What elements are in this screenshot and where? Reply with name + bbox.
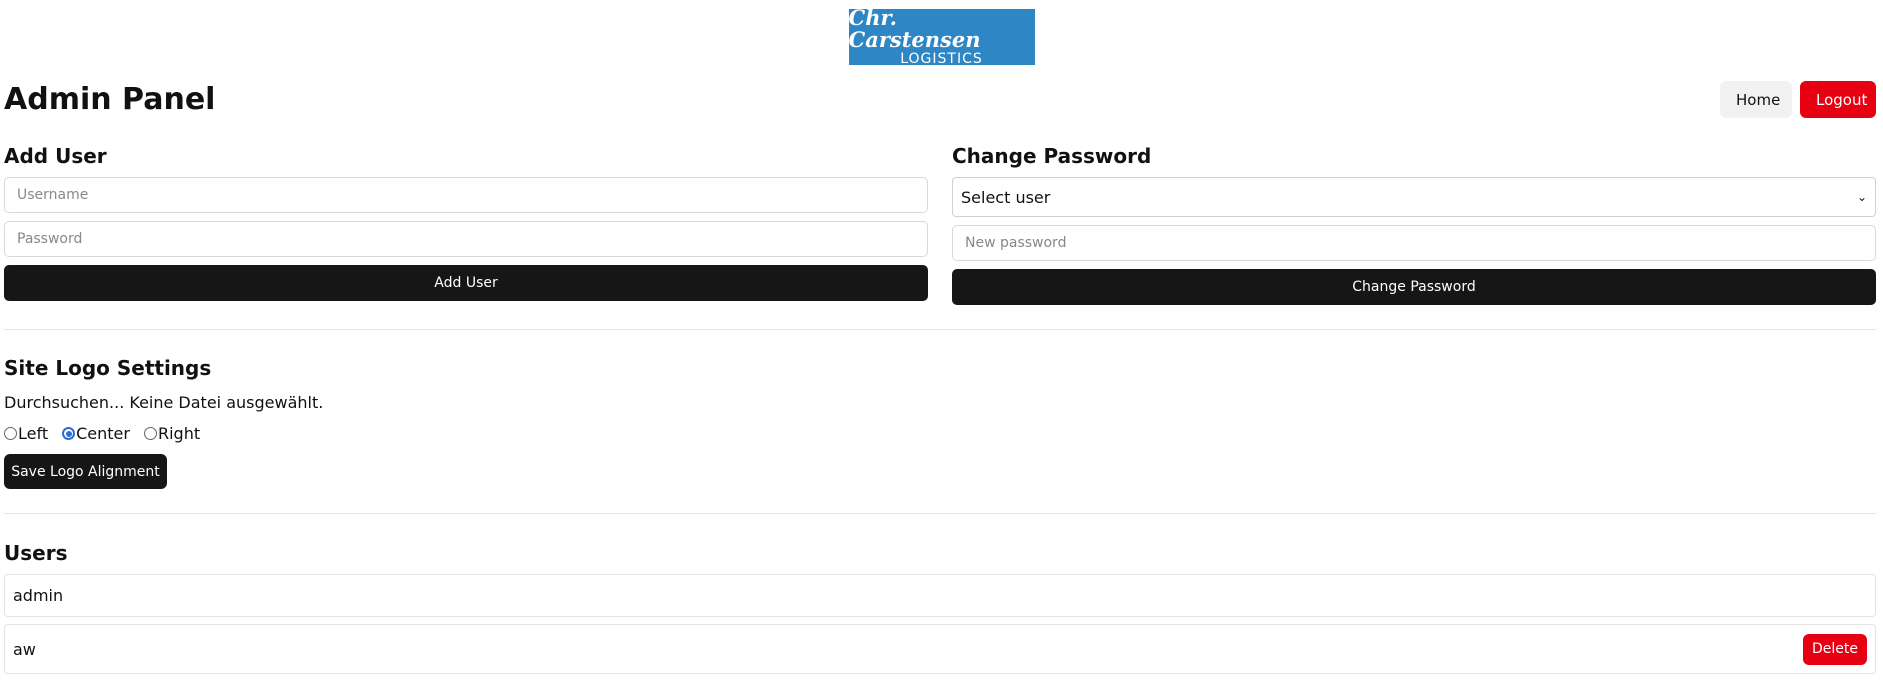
add-user-heading: Add User — [4, 144, 107, 168]
username-input[interactable] — [4, 177, 928, 213]
users-heading: Users — [4, 541, 68, 565]
home-button[interactable]: Home — [1720, 81, 1792, 118]
logo-line-2: LOGISTICS — [900, 51, 983, 67]
alignment-radio-group: Left Center Right — [4, 424, 214, 443]
radio-left[interactable]: Left — [4, 424, 48, 443]
top-nav: Home Logout — [1720, 81, 1876, 118]
add-user-button[interactable]: Add User — [4, 265, 928, 301]
delete-user-button[interactable]: Delete — [1803, 633, 1867, 665]
logo-line-1: Chr. Carstensen — [848, 5, 981, 52]
logout-button[interactable]: Logout — [1800, 81, 1876, 118]
user-name: aw — [13, 639, 36, 659]
radio-center[interactable]: Center — [62, 424, 130, 443]
user-select[interactable]: Select user ⌄ — [952, 177, 1876, 217]
change-password-heading: Change Password — [952, 144, 1152, 168]
radio-circle[interactable] — [62, 427, 76, 440]
user-row-admin: admin — [4, 574, 1876, 617]
user-select-value: Select user — [961, 187, 1051, 207]
save-logo-alignment-button[interactable]: Save Logo Alignment — [4, 454, 167, 489]
user-row-aw: aw Delete — [4, 624, 1876, 674]
divider — [4, 513, 1876, 514]
radio-circle[interactable] — [143, 427, 157, 440]
new-password-input[interactable] — [952, 225, 1876, 261]
logo-file-input[interactable]: Durchsuchen... Keine Datei ausgewählt. — [4, 393, 323, 412]
radio-label: Left — [18, 424, 49, 443]
radio-label: Right — [157, 424, 201, 443]
logo-settings-heading: Site Logo Settings — [4, 356, 212, 380]
radio-right[interactable]: Right — [143, 424, 201, 443]
chevron-down-icon: ⌄ — [1856, 190, 1867, 204]
change-password-button[interactable]: Change Password — [952, 269, 1876, 305]
page-title: Admin Panel — [4, 82, 216, 117]
user-name: admin — [13, 586, 64, 605]
radio-label: Center — [76, 424, 130, 443]
logo-container: Chr. Carstensen LOGISTICS — [0, 5, 1883, 67]
password-input[interactable] — [4, 221, 928, 257]
site-logo: Chr. Carstensen LOGISTICS — [848, 5, 1035, 67]
radio-circle[interactable] — [4, 427, 17, 440]
divider — [4, 329, 1876, 330]
